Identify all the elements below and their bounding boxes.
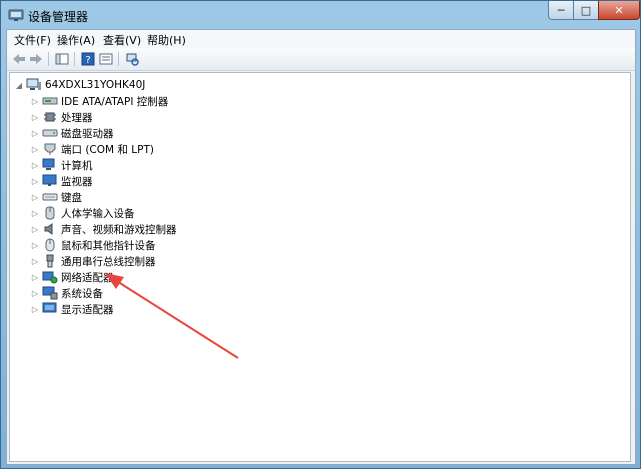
annotation-arrow-head bbox=[105, 273, 124, 289]
annotation-arrow bbox=[105, 273, 239, 359]
annotation-arrow-shaft bbox=[111, 277, 239, 359]
